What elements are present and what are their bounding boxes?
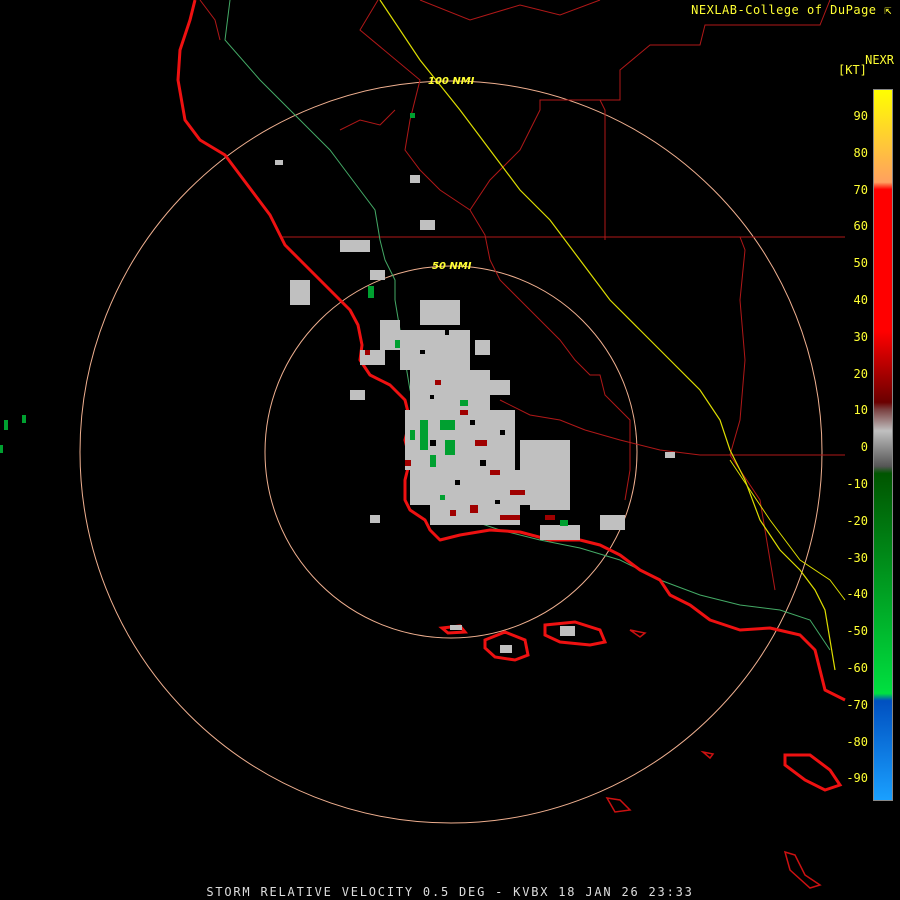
scale-tick: -10 <box>846 477 868 491</box>
scale-tick: -30 <box>846 550 868 565</box>
scale-tick: -80 <box>846 734 868 749</box>
scale-tick: 80 <box>853 145 868 160</box>
scale-tick: 30 <box>853 329 868 344</box>
product-caption: STORM RELATIVE VELOCITY 0.5 DEG - KVBX 1… <box>206 885 694 899</box>
credit-text: NEXLAB-College of DuPage ⇱ <box>691 3 892 17</box>
ring-label-50nmi: 50 NMI <box>432 261 472 272</box>
scale-tick: 0 <box>860 440 868 455</box>
scale-tick: -60 <box>846 661 868 675</box>
scale-tick: -90 <box>846 771 868 786</box>
credit-label: NEXLAB-College of DuPage <box>691 3 877 17</box>
scale-tick: -40 <box>846 587 868 602</box>
scale-tick: -50 <box>846 624 868 639</box>
scale-tick: 10 <box>853 403 868 418</box>
scale-tick: -20 <box>846 513 868 528</box>
scale-tick: -70 <box>846 697 868 712</box>
velocity-color-scale <box>873 89 893 801</box>
scale-tick: 70 <box>853 182 868 197</box>
scale-tick: 50 <box>853 256 868 271</box>
unit-label: [KT] <box>838 63 867 77</box>
scale-tick: 20 <box>853 366 868 381</box>
coastline <box>176 0 846 702</box>
scale-tick: 60 <box>853 219 868 234</box>
scale-tick: 90 <box>853 109 868 123</box>
product-label: NEXR <box>865 53 894 67</box>
radar-map: 100 NMI 50 NMI <box>0 0 846 889</box>
scale-tick: 40 <box>853 293 868 307</box>
cursor-arrow-icon: ⇱ <box>884 3 892 17</box>
small-islands <box>605 629 822 889</box>
radar-echoes <box>0 113 675 653</box>
ring-label-100nmi: 100 NMI <box>428 76 475 87</box>
